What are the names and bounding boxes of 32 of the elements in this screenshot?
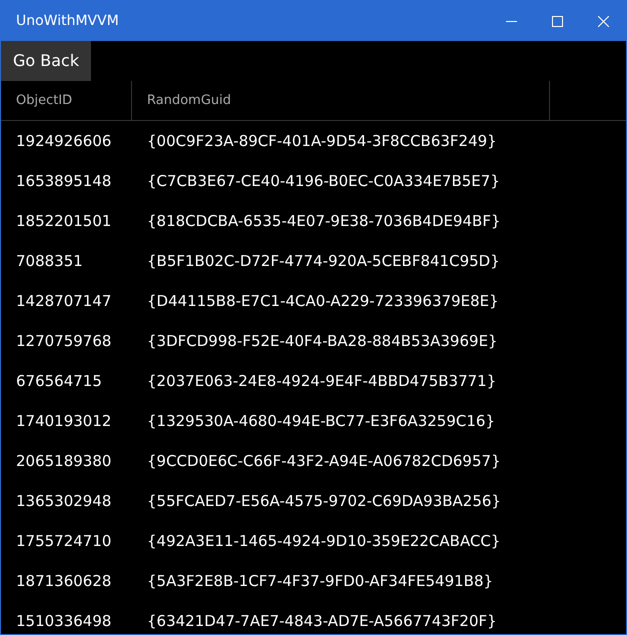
maximize-icon xyxy=(552,16,562,26)
table-cell-text: 1270759768 xyxy=(15,330,112,352)
table-cell-text: {9CCD0E6C-C66F-43F2-A94E-A06782CD6957} xyxy=(146,450,502,472)
close-icon xyxy=(598,16,608,26)
table-cell-text: {5A3F2E8B-1CF7-4F37-9FD0-AF34FE5491B8} xyxy=(146,570,494,592)
table-cell-text: 1924926606 xyxy=(15,130,112,152)
table-cell-text: 1428707147 xyxy=(15,290,112,312)
table-cell-text: 1510336498 xyxy=(15,610,112,632)
table-cell-text: 1852201501 xyxy=(15,210,112,232)
table-cell-text: {492A3E11-1465-4924-9D10-359E22CABACC} xyxy=(146,530,502,552)
table-cell-text: 676564715 xyxy=(15,370,103,392)
go-back-button[interactable]: Go Back xyxy=(1,41,92,81)
table-cell-text: 1365302948 xyxy=(15,490,112,512)
window-title: UnoWithMVVM xyxy=(15,12,120,30)
table-cell-text: 7088351 xyxy=(15,250,84,272)
column-header[interactable]: RandomGuid xyxy=(132,81,550,120)
column-header[interactable]: ObjectID xyxy=(1,81,132,120)
table-cell-text: {C7CB3E67-CE40-4196-B0EC-C0A334E7B5E7} xyxy=(146,170,501,192)
table-cell-text: {63421D47-7AE7-4843-AD7E-A5667743F20F} xyxy=(146,610,498,632)
table-cell-text: {1329530A-4680-494E-BC77-E3F6A3259C16} xyxy=(146,410,496,432)
table-cell-text: {3DFCD998-F52E-40F4-BA28-884B53A3969E} xyxy=(146,330,499,352)
table-cell-text: {00C9F23A-89CF-401A-9D54-3F8CCB63F249} xyxy=(146,130,498,152)
table-cell-text: {D44115B8-E7C1-4CA0-A229-723396379E8E} xyxy=(146,290,500,312)
table-cell-text: 1871360628 xyxy=(15,570,112,592)
table-cell-text: 1755724710 xyxy=(15,530,112,552)
table-cell-text: 2065189380 xyxy=(15,450,112,472)
table-cell-text: 1653895148 xyxy=(15,170,112,192)
table-cell-text: {55FCAED7-E56A-4575-9702-C69DA93BA256} xyxy=(146,490,502,512)
table-cell-text: {2037E063-24E8-4924-9E4F-4BBD475B3771} xyxy=(146,370,498,392)
table-cell-text: {B5F1B02C-D72F-4774-920A-5CEBF841C95D} xyxy=(146,250,501,272)
table-cell-text: 1740193012 xyxy=(15,410,112,432)
table-cell-text: {818CDCBA-6535-4E07-9E38-7036B4DE94BF} xyxy=(146,210,502,232)
